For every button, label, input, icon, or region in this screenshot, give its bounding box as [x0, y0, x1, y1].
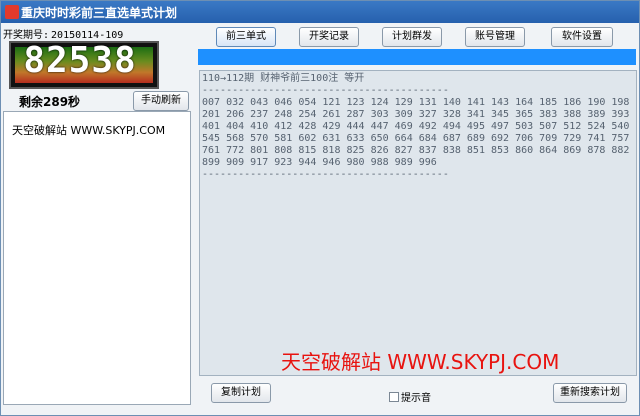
app-icon	[5, 5, 19, 19]
copy-plan-button[interactable]: 复制计划	[211, 383, 271, 403]
sound-checkbox[interactable]	[389, 391, 399, 402]
window-title: 重庆时时彩前三直选单式计划	[21, 6, 178, 20]
plan-numbers: 007 032 043 046 054 121 123 124 129 131 …	[202, 97, 630, 168]
left-text-panel[interactable]: 天空破解站 WWW.SKYPJ.COM	[3, 111, 191, 405]
plan-textarea[interactable]: 110→112期 财神爷前三100注 等开 ------------------…	[199, 70, 637, 376]
left-panel-text: 天空破解站 WWW.SKYPJ.COM	[12, 124, 166, 137]
tab-front-three-single[interactable]: 前三单式	[216, 27, 276, 47]
manual-refresh-button[interactable]: 手动刷新	[133, 91, 189, 111]
draw-number-row: 开奖期号: 20150114-109	[3, 26, 123, 41]
winning-number: 82538	[23, 41, 137, 81]
tab-draw-records[interactable]: 开奖记录	[299, 27, 359, 47]
sound-label: 提示音	[401, 393, 431, 404]
plan-header: 110→112期 财神爷前三100注 等开	[202, 73, 365, 84]
tab-plan-broadcast[interactable]: 计划群发	[382, 27, 442, 47]
plan-separator: ----------------------------------------…	[202, 85, 449, 96]
draw-number-value: 20150114-109	[51, 30, 124, 41]
remaining-time: 剩余289秒	[19, 95, 81, 109]
titlebar: 重庆时时彩前三直选单式计划	[1, 1, 639, 23]
led-display: 82538	[9, 41, 159, 89]
watermark-text: 天空破解站 WWW.SKYPJ.COM	[281, 350, 560, 374]
plan-content: 110→112期 财神爷前三100注 等开 ------------------…	[202, 73, 634, 181]
plan-separator-end: ----------------------------------------…	[202, 169, 449, 180]
draw-number-label: 开奖期号:	[3, 30, 50, 41]
progress-bar	[198, 49, 636, 65]
tab-software-settings[interactable]: 软件设置	[551, 27, 613, 47]
sound-toggle[interactable]: 提示音	[389, 389, 431, 404]
main-window: 重庆时时彩前三直选单式计划 开奖期号: 20150114-109 82538 剩余…	[0, 0, 640, 416]
re-search-plan-button[interactable]: 重新搜索计划	[553, 383, 627, 403]
tab-account-management[interactable]: 账号管理	[465, 27, 525, 47]
